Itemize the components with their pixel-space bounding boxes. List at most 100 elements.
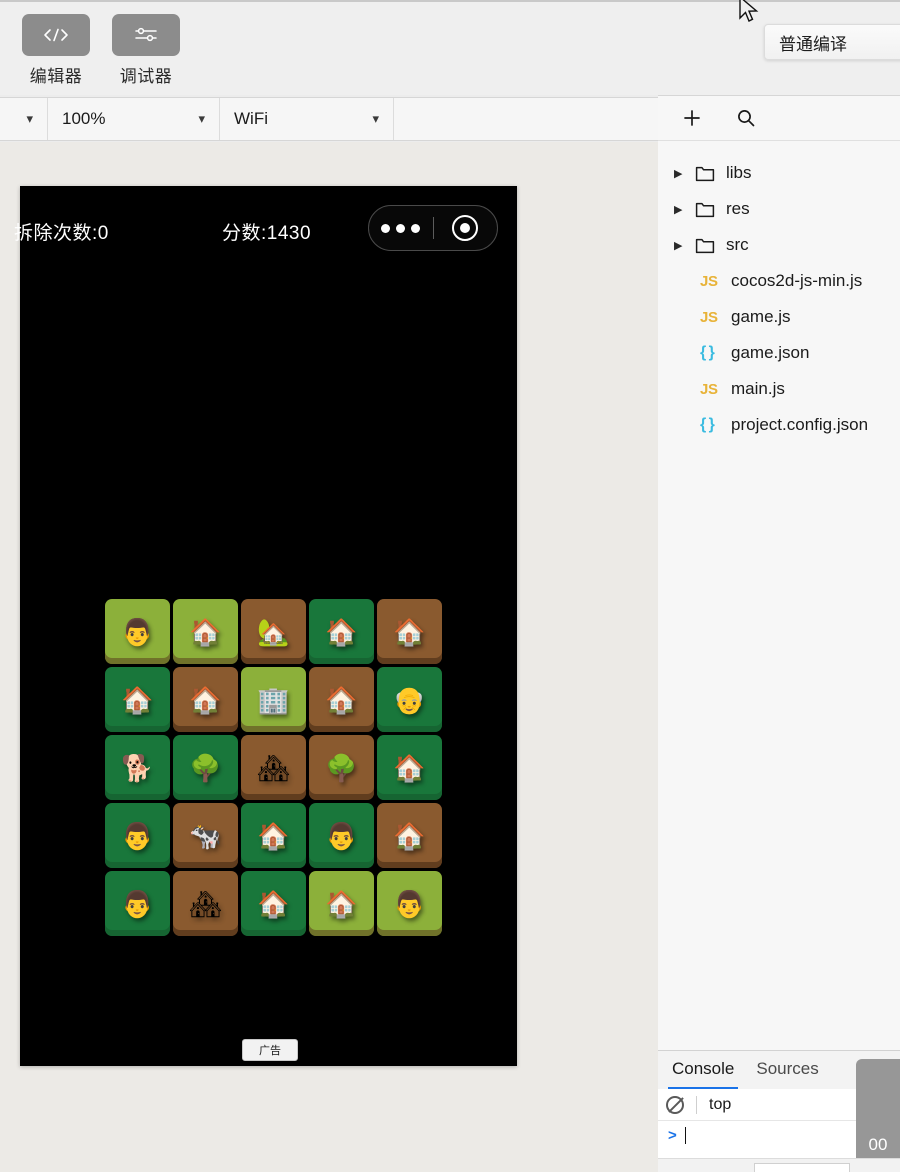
board-sprite: 🐕 [121,752,154,783]
chevron-right-icon[interactable]: ▶ [674,167,686,180]
board-sprite: 🏘 [188,888,222,919]
file-tree-label: game.js [731,307,791,326]
toolbar-button-group: 器 编辑器 调试器 [0,14,180,87]
board-sprite: 👨 [325,820,358,851]
status-field [754,1163,850,1172]
game-hud: 拆除次数:0 分数:1430 [14,205,517,262]
toolbar-button-debugger[interactable]: 调试器 [112,14,180,87]
file-tree-label: main.js [731,379,785,398]
board-cell-r3-c0[interactable]: 👨 [105,803,170,868]
file-tree-item-libs[interactable]: ▶ libs [658,155,900,191]
toolbar-spacer [394,98,658,140]
board-cell-r4-c0[interactable]: 👨 [105,871,170,936]
chevron-right-icon[interactable]: ▶ [674,203,686,216]
board-cell-r1-c2[interactable]: 🏢 [241,667,306,732]
file-tree-label: libs [726,163,752,182]
board-sprite: 🏠 [189,684,222,715]
js-file-icon: JS [700,380,718,398]
chevron-down-icon: ▾ [198,111,205,126]
status-strip [658,1158,900,1172]
compile-mode-label: 普通编译 [779,34,847,54]
toolbar-button-editor[interactable]: 编辑器 [22,14,90,87]
board-sprite: 🌳 [325,752,358,783]
folder-icon [695,165,717,182]
board-cell-r0-c0[interactable]: 👨 [105,599,170,664]
file-tree-label: game.json [731,343,810,362]
board-cell-r3-c4[interactable]: 🏠 [377,803,442,868]
board-sprite: 🏠 [325,888,358,919]
board-cell-r3-c1[interactable]: 🐄 [173,803,238,868]
board-cell-r2-c1[interactable]: 🌳 [173,735,238,800]
board-sprite: 👨 [121,616,154,647]
file-tree-item-res[interactable]: ▶ res [658,191,900,227]
board-cell-r4-c3[interactable]: 🏠 [309,871,374,936]
file-tree-label: project.config.json [731,415,869,434]
board-cell-r4-c1[interactable]: 🏘 [173,871,238,936]
board-cell-r1-c1[interactable]: 🏠 [173,667,238,732]
json-file-icon: { } [700,344,715,361]
board-sprite: 🏠 [325,616,358,647]
board-cell-r0-c2[interactable]: 🏡 [241,599,306,664]
file-tree-item-src[interactable]: ▶ src [658,227,900,263]
simulator-pane: 拆除次数:0 分数:1430 👨 🏠 🏡 🏠 🏠 🏠 🏠 🏢 🏠 👴 🐕 🌳 🏘 🌳 🏠 👨 🐄 🏠 👨 🏠 👨 🏘 🏠 🏠 👨… [0,142,658,1172]
device-select[interactable]: ▾ [0,98,48,140]
no-entry-icon[interactable] [666,1095,684,1114]
board-cell-r1-c4[interactable]: 👴 [377,667,442,732]
file-tree-item-game.json[interactable]: { } game.json [658,335,900,371]
board-sprite: 🏠 [257,888,290,919]
file-tree-item-project.config.json[interactable]: { } project.config.json [658,407,900,443]
board-cell-r4-c2[interactable]: 🏠 [241,871,306,936]
devtools-tab-console[interactable]: Console [668,1059,739,1089]
board-cell-r3-c3[interactable]: 👨 [309,803,374,868]
toolbar-label-editor: 编辑器 [29,67,83,86]
ad-banner-label: 广告 [259,1045,281,1057]
file-tree-item-game.js[interactable]: JS game.js [658,299,900,335]
file-explorer-header [658,95,900,141]
file-tree-item-cocos2d-js-min.js[interactable]: JS cocos2d-js-min.js [658,263,900,299]
file-tree-item-main.js[interactable]: JS main.js [658,371,900,407]
board-cell-r1-c3[interactable]: 🏠 [309,667,374,732]
overlay-badge[interactable]: 00 [856,1059,900,1171]
plus-icon[interactable] [682,108,702,128]
board-cell-r0-c3[interactable]: 🏠 [309,599,374,664]
score-label: 分数:1430 [222,223,312,244]
board-cell-r2-c3[interactable]: 🌳 [309,735,374,800]
zoom-select[interactable]: 100% ▾ [48,98,220,140]
ad-banner[interactable]: 广告 [242,1039,298,1061]
text-caret [684,1126,686,1144]
more-dots-icon[interactable] [369,223,433,233]
board-sprite: 👨 [121,820,154,851]
board-cell-r1-c0[interactable]: 🏠 [105,667,170,732]
board-sprite: 🏘 [256,752,290,783]
chevron-right-icon[interactable]: ▶ [674,239,686,252]
compile-mode-chip[interactable]: 普通编译 [764,24,900,60]
board-cell-r2-c4[interactable]: 🏠 [377,735,442,800]
file-tree: ▶ libs ▶ res ▶ src JS cocos2d-js-min.js JS game.j… [658,141,900,443]
board-cell-r2-c2[interactable]: 🏘 [241,735,306,800]
board-sprite: 🏢 [257,684,290,715]
board-sprite: 🏠 [393,820,426,851]
target-circle-icon[interactable] [434,215,498,241]
phone-preview[interactable]: 拆除次数:0 分数:1430 👨 🏠 🏡 🏠 🏠 🏠 🏠 🏢 🏠 👴 🐕 🌳 🏘 🌳 🏠 👨 🐄 🏠 👨 🏠 👨 🏘 🏠 🏠 👨… [14,186,517,1066]
board-cell-r4-c4[interactable]: 👨 [377,871,442,936]
network-select[interactable]: WiFi ▾ [220,98,394,140]
board-cell-r2-c0[interactable]: 🐕 [105,735,170,800]
board-sprite: 🏠 [189,616,222,647]
game-board[interactable]: 👨 🏠 🏡 🏠 🏠 🏠 🏠 🏢 🏠 👴 🐕 🌳 🏘 🌳 🏠 👨 🐄 🏠 👨 🏠 👨 🏘 🏠 🏠 👨 [105,599,445,939]
wechat-devtools-window: 器 编辑器 调试器 普 [0,0,900,1172]
chevron-down-icon: ▾ [26,111,33,126]
console-context-label[interactable]: top [709,1096,731,1114]
console-prompt-icon: > [668,1126,677,1144]
board-cell-r3-c2[interactable]: 🏠 [241,803,306,868]
miniprogram-capsule [368,205,498,251]
search-icon[interactable] [736,108,756,128]
js-file-icon: JS [700,272,718,290]
board-sprite: 🏠 [393,752,426,783]
folder-icon [695,201,717,218]
board-cell-r0-c4[interactable]: 🏠 [377,599,442,664]
devtools-tab-sources[interactable]: Sources [752,1059,822,1089]
file-explorer-sidebar: ▶ libs ▶ res ▶ src JS cocos2d-js-min.js JS game.j… [658,95,900,1172]
board-cell-r0-c1[interactable]: 🏠 [173,599,238,664]
top-toolbar: 器 编辑器 调试器 普 [0,0,900,95]
toolbar-label-debugger: 调试器 [119,67,173,86]
